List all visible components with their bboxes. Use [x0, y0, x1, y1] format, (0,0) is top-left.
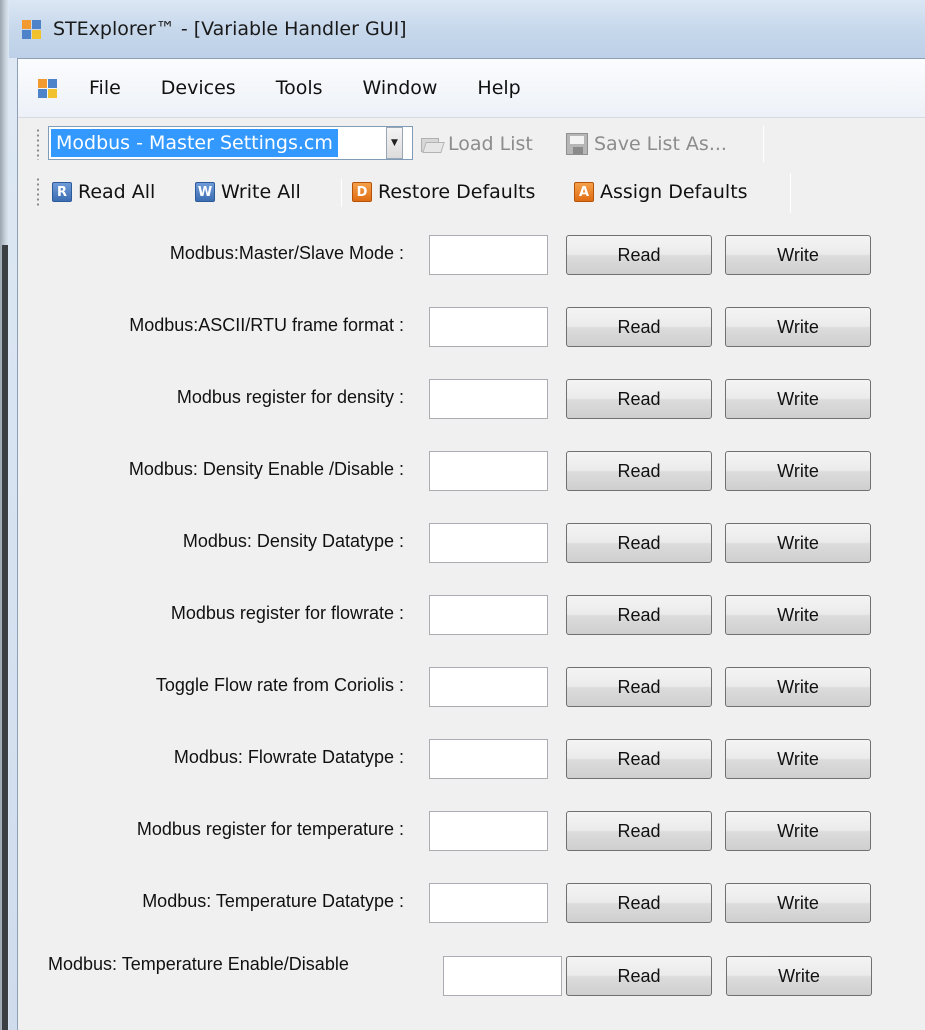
write-button[interactable]: Write [725, 451, 871, 491]
chevron-down-icon: ▼ [391, 138, 398, 148]
read-button[interactable]: Read [566, 523, 712, 563]
variable-value-field[interactable] [429, 451, 548, 491]
write-button[interactable]: Write [725, 595, 871, 635]
variable-value-field[interactable] [429, 523, 548, 563]
variable-label: Modbus: Density Datatype : [182, 531, 404, 551]
write-all-label: Write All [221, 181, 301, 203]
read-all-button[interactable]: R Read All [52, 176, 155, 208]
variable-label: Modbus register for temperature : [136, 819, 404, 839]
read-button[interactable]: Read [566, 956, 712, 996]
variable-list-selected: Modbus - Master Settings.cm [51, 129, 338, 157]
write-button[interactable]: Write [725, 523, 871, 563]
variable-value-field[interactable] [429, 739, 548, 779]
read-button[interactable]: Read [566, 235, 712, 275]
read-button[interactable]: Read [566, 739, 712, 779]
list-toolbar: Modbus - Master Settings.cm ▼ Load List … [18, 117, 925, 169]
load-list-label: Load List [448, 133, 533, 155]
assign-defaults-button[interactable]: A Assign Defaults [574, 176, 748, 208]
write-all-button[interactable]: W Write All [195, 176, 301, 208]
folder-open-icon [421, 135, 445, 153]
child-window-icon[interactable] [38, 78, 57, 98]
assign-defaults-icon: A [574, 182, 594, 202]
menu-file[interactable]: File [69, 68, 141, 108]
variable-value-field[interactable] [429, 667, 548, 707]
restore-defaults-icon: D [352, 182, 372, 202]
write-button[interactable]: Write [726, 956, 872, 996]
variable-label: Modbus:ASCII/RTU frame format : [129, 315, 404, 335]
write-all-icon: W [195, 182, 215, 202]
variable-value-field[interactable] [429, 307, 548, 347]
app-icon [22, 19, 41, 39]
toolbar-end-separator [763, 126, 764, 162]
variable-label: Modbus: Density Enable /Disable : [128, 459, 404, 479]
variable-row: Modbus: Flowrate Datatype : Read Write [18, 737, 925, 779]
variable-list-combo[interactable]: Modbus - Master Settings.cm [48, 126, 413, 160]
write-button[interactable]: Write [725, 235, 871, 275]
read-button[interactable]: Read [566, 667, 712, 707]
variable-label: Modbus register for flowrate : [170, 603, 404, 623]
variable-value-field[interactable] [429, 883, 548, 923]
variable-label: Modbus:Master/Slave Mode : [169, 243, 404, 263]
variable-value-field[interactable] [429, 379, 548, 419]
read-button[interactable]: Read [566, 451, 712, 491]
menu-window[interactable]: Window [343, 68, 458, 108]
assign-defaults-label: Assign Defaults [600, 181, 748, 203]
variable-label: Modbus register for density : [176, 387, 404, 407]
combo-dropdown-button[interactable]: ▼ [386, 127, 403, 159]
save-list-as-button[interactable]: Save List As... [566, 128, 727, 160]
title-bar[interactable]: STExplorer™ - [Variable Handler GUI] [9, 0, 925, 58]
variable-label: Modbus: Temperature Datatype : [142, 891, 404, 911]
write-button[interactable]: Write [725, 307, 871, 347]
variable-row: Modbus: Density Enable /Disable : Read W… [18, 449, 925, 491]
toolbar-grip[interactable] [36, 128, 40, 160]
variable-value-field[interactable] [429, 595, 548, 635]
read-button[interactable]: Read [566, 379, 712, 419]
menu-devices[interactable]: Devices [141, 68, 256, 108]
window-title: STExplorer™ - [Variable Handler GUI] [53, 18, 407, 40]
toolbar-separator [341, 179, 342, 207]
menu-bar: File Devices Tools Window Help [18, 59, 925, 117]
write-button[interactable]: Write [725, 667, 871, 707]
read-button[interactable]: Read [566, 811, 712, 851]
write-button[interactable]: Write [725, 739, 871, 779]
read-button[interactable]: Read [566, 883, 712, 923]
write-button[interactable]: Write [725, 811, 871, 851]
variable-row: Modbus register for density : Read Write [18, 377, 925, 419]
toolbar-grip-2[interactable] [36, 177, 40, 207]
variable-value-field[interactable] [443, 956, 562, 996]
load-list-button[interactable]: Load List [421, 128, 533, 160]
variable-label: Modbus: Temperature Enable/Disable [48, 954, 349, 974]
variable-row: Modbus register for flowrate : Read Writ… [18, 593, 925, 635]
variable-row: Modbus:ASCII/RTU frame format : Read Wri… [18, 305, 925, 347]
write-button[interactable]: Write [725, 883, 871, 923]
variable-label: Toggle Flow rate from Coriolis : [155, 675, 404, 695]
variable-row: Modbus: Temperature Enable/Disable Read … [18, 954, 925, 996]
restore-defaults-label: Restore Defaults [378, 181, 536, 203]
read-button[interactable]: Read [566, 307, 712, 347]
read-all-label: Read All [78, 181, 156, 203]
mdi-client: File Devices Tools Window Help Modbus - … [17, 58, 925, 1030]
read-all-icon: R [52, 182, 72, 202]
save-disk-icon [566, 133, 588, 155]
actions-toolbar: R Read All W Write All D Restore Default… [18, 169, 925, 215]
read-button[interactable]: Read [566, 595, 712, 635]
write-button[interactable]: Write [725, 379, 871, 419]
background-window-edge [2, 245, 8, 1030]
restore-defaults-button[interactable]: D Restore Defaults [352, 176, 535, 208]
variable-row: Modbus:Master/Slave Mode : Read Write [18, 233, 925, 275]
variable-row: Toggle Flow rate from Coriolis : Read Wr… [18, 665, 925, 707]
toolbar-end-separator-2 [790, 173, 791, 213]
menu-help[interactable]: Help [457, 68, 540, 108]
variable-value-field[interactable] [429, 235, 548, 275]
menu-tools[interactable]: Tools [256, 68, 343, 108]
variable-row: Modbus: Density Datatype : Read Write [18, 521, 925, 563]
variable-row: Modbus: Temperature Datatype : Read Writ… [18, 881, 925, 923]
variable-row: Modbus register for temperature : Read W… [18, 809, 925, 851]
variable-label: Modbus: Flowrate Datatype : [173, 747, 404, 767]
variable-value-field[interactable] [429, 811, 548, 851]
save-list-as-label: Save List As... [594, 133, 727, 155]
